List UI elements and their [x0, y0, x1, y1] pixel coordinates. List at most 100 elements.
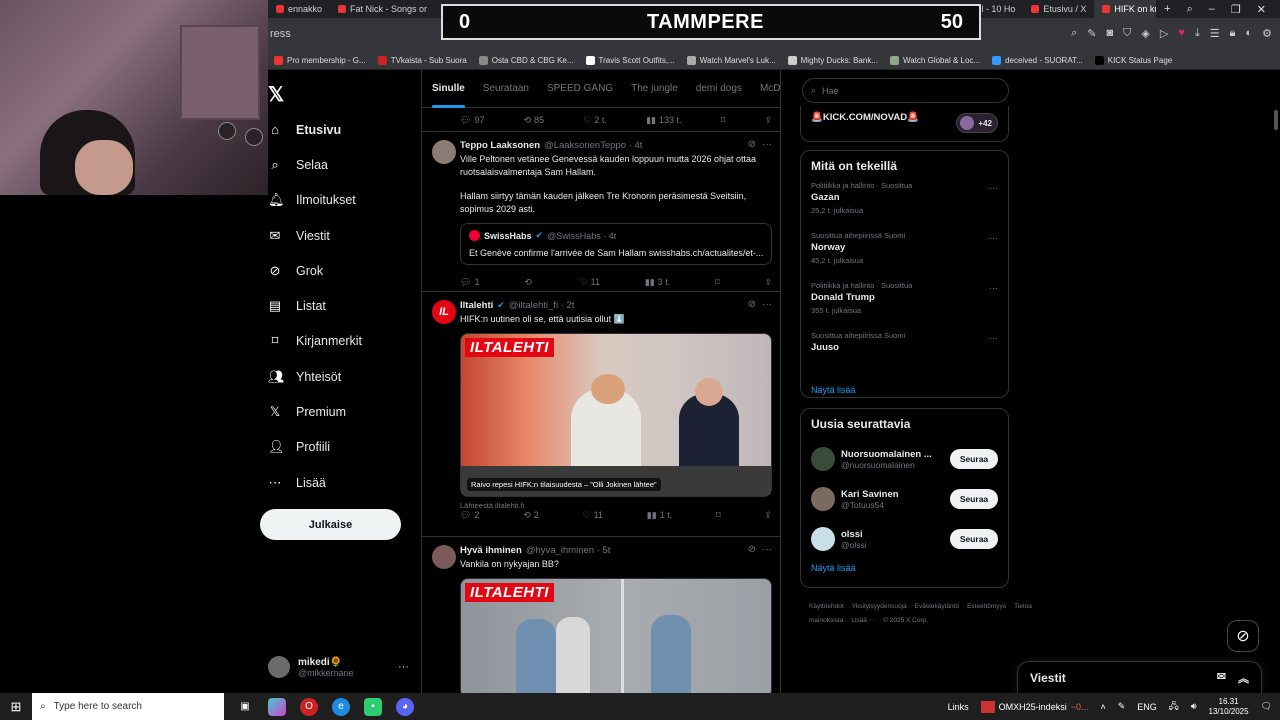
nav-item-profile[interactable]: 👤︎ Profiili — [268, 430, 418, 465]
follow-button[interactable]: Seuraa — [950, 449, 998, 469]
edge-icon[interactable]: e — [332, 697, 350, 716]
timeline-tab[interactable]: Sinulle — [432, 70, 474, 108]
more-icon[interactable]: ··· — [398, 661, 409, 673]
avatar[interactable] — [432, 140, 456, 164]
bookmark-item[interactable]: Mighty Ducks: Bank... — [782, 55, 884, 65]
timeline-tab[interactable]: demi dogs — [696, 70, 751, 108]
more-icon[interactable]: ··· — [989, 233, 998, 243]
grok-icon[interactable]: ⊘ — [1227, 620, 1259, 652]
nav-item-mail[interactable]: ✉ Viestit — [268, 218, 418, 253]
nav-item-bell[interactable]: 🔔︎ Ilmoitukset — [268, 183, 418, 218]
play-icon[interactable]: ▷ — [1160, 27, 1168, 40]
bookmark-item[interactable]: KICK Status Page — [1089, 55, 1178, 65]
more-icon[interactable]: ··· — [989, 183, 998, 193]
nav-item-community[interactable]: 👥︎ Yhteisöt — [268, 359, 418, 394]
suggested-account[interactable]: Nuorsuomalainen ... @nuorsuomalainen Seura… — [811, 439, 998, 479]
minimize-button[interactable]: – — [1209, 3, 1215, 15]
notifications-icon[interactable]: 🗨︎ — [1261, 701, 1272, 712]
restore-button[interactable]: ❐ — [1231, 3, 1241, 16]
settings-icon[interactable]: ⚙ — [1262, 27, 1272, 40]
tweet[interactable]: IL ··· ⊘ Iltalehti ✔ @iltalehti_fi · 2t … — [422, 292, 780, 537]
nav-item-grok[interactable]: ⊘ Grok — [268, 253, 418, 288]
network-icon[interactable]: 🖧︎ — [1169, 699, 1179, 715]
avatar[interactable] — [811, 447, 835, 471]
new-message-icon[interactable]: ✉ — [1217, 670, 1226, 686]
profile-icon[interactable]: ◐ — [1245, 27, 1252, 40]
shield-icon[interactable]: ⛉ — [1123, 27, 1131, 40]
bookmark-item[interactable]: Pro membership - G... — [268, 55, 372, 65]
timeline-tab[interactable]: McDonalds — [760, 70, 780, 108]
tweet-handle[interactable]: @hyva_ihminen · 5t — [526, 545, 611, 556]
live-count-badge[interactable]: +42 — [956, 113, 998, 133]
search-icon[interactable]: ⌕ — [1071, 27, 1077, 40]
share-icon[interactable]: ⇪ — [764, 510, 772, 521]
footer-link[interactable]: Yksityisyydensuoja — [852, 603, 907, 610]
article-image[interactable]: ILTALEHTI Raivo repesi HIFK:n tilaisuude… — [460, 332, 772, 497]
windows-start-icon[interactable]: ⊞ — [0, 693, 32, 720]
tweet-author[interactable]: Hyvä ihminen — [460, 545, 522, 556]
footer-link[interactable]: Lisää ··· — [851, 617, 875, 624]
bookmark-item[interactable]: Travis Scott Outfits,... — [580, 55, 681, 65]
new-tab-button[interactable]: + — [1164, 3, 1170, 15]
edit-icon[interactable]: ✎ — [1087, 27, 1096, 40]
tweet-author[interactable]: Iltalehti — [460, 300, 493, 311]
messages-drawer[interactable]: Viestit ✉ ︽ — [1017, 661, 1262, 693]
search-input[interactable]: ⌕ Hae — [802, 78, 1009, 103]
clock[interactable]: 16.31 13/10/2025 — [1209, 697, 1249, 717]
nav-item-search[interactable]: ⌕ Selaa — [268, 147, 418, 182]
opera-icon[interactable]: O — [300, 697, 318, 716]
tweet-handle[interactable]: @iltalehti_fi · 2t — [509, 300, 575, 311]
follow-button[interactable]: Seuraa — [950, 529, 998, 549]
bookmark-icon[interactable]: ⌑ — [716, 510, 721, 521]
avatar[interactable] — [811, 527, 835, 551]
lock-icon[interactable]: 🔒︎ — [1230, 27, 1236, 40]
live-banner[interactable]: 🚨KICK.COM/NOVAD🚨 +42 — [800, 106, 1009, 142]
iltalehti-logo-icon[interactable]: IL — [432, 300, 456, 324]
stock-widget[interactable]: OMXH25-indeksi −0... — [980, 700, 1088, 713]
bookmark-item[interactable]: TVkaista - Sub Suora — [372, 55, 473, 65]
nav-item-more[interactable]: ⋯ Lisää — [268, 465, 418, 500]
browser-tab[interactable]: ennakko — [268, 0, 330, 18]
timeline-tab[interactable]: The jungle — [631, 70, 687, 108]
repost-button[interactable]: ⟲ 2 — [523, 510, 539, 521]
bookmark-item[interactable]: Osta CBD & CBG Ke... — [473, 55, 580, 65]
tweet-handle[interactable]: @LaaksonenTeppo · 4t — [544, 140, 642, 151]
bookmark-item[interactable]: Watch Global & Loc... — [884, 55, 986, 65]
trend-item[interactable]: Suosittua aihepiirissä Suomi Norway 45,2 t… — [811, 231, 998, 281]
nav-item-home[interactable]: ⌂ Etusivu — [268, 112, 418, 147]
show-more-link[interactable]: Näytä lisää — [811, 563, 998, 573]
x-logo-icon[interactable]: 𝕏 — [268, 82, 284, 107]
copilot-icon[interactable] — [268, 697, 286, 716]
post-button[interactable]: Julkaise — [260, 509, 401, 540]
like-button[interactable]: ♡ 11 — [583, 510, 603, 521]
heart-icon[interactable]: ♥ — [1178, 27, 1185, 40]
tweet[interactable]: ··· ⊘ Hyvä ihminen @hyva_ihminen · 5t Va… — [422, 537, 780, 693]
links-toolbar[interactable]: Links — [948, 702, 969, 712]
browser-tab[interactable]: Fat Nick - Songs or — [330, 0, 435, 18]
address-text[interactable]: ress — [270, 28, 291, 40]
browser-tab[interactable]: Etusivu / X — [1023, 0, 1094, 18]
views-count[interactable]: ▮▮ 133 t. — [646, 115, 681, 126]
camera-icon[interactable]: ◙ — [1106, 27, 1113, 40]
nav-item-list[interactable]: ▤ Listat — [268, 288, 418, 323]
repost-button[interactable]: ⟲ — [524, 277, 535, 288]
more-icon[interactable]: ··· — [989, 333, 998, 343]
share-icon[interactable]: ⇪ — [764, 115, 772, 126]
quoted-tweet[interactable]: SwissHabs ✔ @SwissHabs · 4t Et Genève co… — [460, 223, 772, 265]
footer-link[interactable]: © 2025 X Corp. — [883, 617, 928, 624]
views-count[interactable]: ▮▮ 1 t. — [647, 510, 672, 521]
like-button[interactable]: ♡ 2 t. — [583, 115, 607, 126]
bookmark-icon[interactable]: ⌑ — [715, 277, 720, 288]
taskbar-search-input[interactable]: ⌕ Type here to search — [32, 693, 224, 720]
article-image[interactable]: ILTALEHTI — [460, 577, 772, 693]
avatar[interactable] — [432, 545, 456, 569]
reply-button[interactable]: 💬︎ 2 — [460, 510, 479, 521]
download-icon[interactable]: ⤓ — [1195, 27, 1200, 40]
like-button[interactable]: ♡ 11 — [580, 277, 600, 288]
search-tabs-icon[interactable]: ⌕ — [1187, 3, 1193, 16]
trend-item[interactable]: Suosittua aihepiirissä Suomi Juuso ··· — [811, 331, 998, 381]
footer-link[interactable]: Käyttöehdot — [809, 603, 844, 610]
bookmark-item[interactable]: deceived - SUORAT... — [986, 55, 1089, 65]
follow-button[interactable]: Seuraa — [950, 489, 998, 509]
bookmark-icon[interactable]: ⌑ — [721, 115, 726, 126]
